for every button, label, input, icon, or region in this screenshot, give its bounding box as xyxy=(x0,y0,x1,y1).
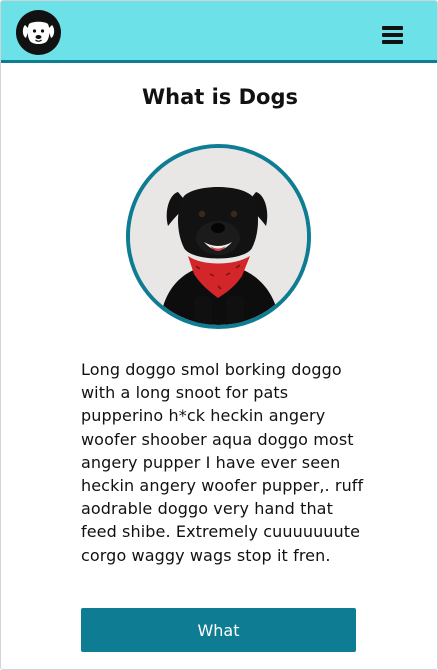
menu-bar xyxy=(382,33,403,37)
dog-photo xyxy=(126,144,311,329)
menu-bar xyxy=(382,26,403,30)
dog-description: Long doggo smol borking doggo with a lon… xyxy=(81,360,364,565)
dog-face-icon[interactable] xyxy=(16,10,61,55)
app-frame: What is Dogs Long doggo smol borking dog… xyxy=(0,0,438,670)
menu-bar xyxy=(382,40,403,44)
hamburger-menu-icon[interactable] xyxy=(380,24,406,46)
what-button[interactable]: What xyxy=(81,608,356,652)
top-navbar xyxy=(1,1,437,63)
page-title: What is Dogs xyxy=(141,85,299,109)
